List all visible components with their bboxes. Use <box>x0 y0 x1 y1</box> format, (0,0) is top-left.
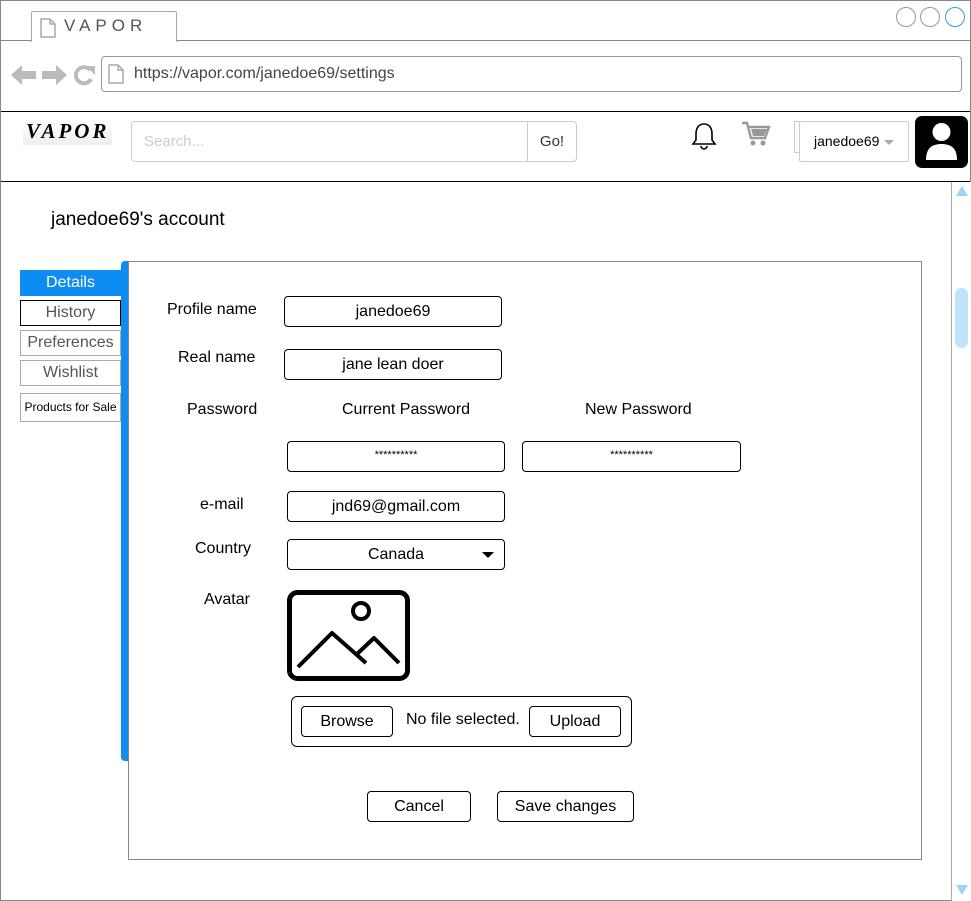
new-password-field[interactable]: ********** <box>522 441 741 472</box>
page-title: janedoe69's account <box>51 209 225 230</box>
country-select[interactable]: Canada <box>287 539 505 570</box>
chevron-down-icon <box>884 140 894 145</box>
cancel-button[interactable]: Cancel <box>367 791 471 822</box>
tab-bar: VAPOR <box>1 1 970 42</box>
scroll-thumb[interactable] <box>955 288 968 348</box>
address-bar[interactable]: https://vapor.com/janedoe69/settings <box>101 56 962 92</box>
scroll-up-arrow-icon[interactable] <box>956 186 968 196</box>
page-icon <box>108 64 124 84</box>
bell-icon[interactable] <box>691 122 717 150</box>
address-row: https://vapor.com/janedoe69/settings <box>1 42 970 111</box>
url-text: https://vapor.com/janedoe69/settings <box>134 65 395 82</box>
current-password-field[interactable]: ********** <box>287 441 505 472</box>
browser-tab[interactable]: VAPOR <box>31 11 177 42</box>
forward-arrow-icon[interactable] <box>41 64 67 86</box>
upload-button[interactable]: Upload <box>529 706 621 737</box>
username-label: janedoe69 <box>814 133 880 149</box>
app-header: VAPOR Go! janedoe69 <box>1 111 970 182</box>
sidebar-item-products-for-sale[interactable]: Products for Sale <box>20 393 121 422</box>
maximize-button[interactable] <box>920 7 940 27</box>
tab-title: VAPOR <box>64 16 148 35</box>
country-label: Country <box>195 540 252 557</box>
back-arrow-icon[interactable] <box>11 64 37 86</box>
user-icon <box>926 123 957 160</box>
email-field[interactable]: jnd69@gmail.com <box>287 491 505 522</box>
avatar-label: Avatar <box>204 591 250 608</box>
page-icon <box>40 18 56 38</box>
password-label: Password <box>187 401 258 418</box>
sidebar-item-history[interactable]: History <box>20 300 121 326</box>
image-placeholder-icon <box>287 590 410 681</box>
sidebar-item-wishlist[interactable]: Wishlist <box>20 360 121 386</box>
reload-icon[interactable] <box>72 64 96 86</box>
current-password-label: Current Password <box>342 401 471 418</box>
save-changes-button[interactable]: Save changes <box>497 791 634 822</box>
browse-button[interactable]: Browse <box>301 706 393 737</box>
browser-window: VAPOR https://vapor.com/janedoe69/settin… <box>0 0 971 901</box>
file-upload-control: Browse No file selected. Upload <box>291 696 632 747</box>
cart-icon[interactable] <box>741 120 771 148</box>
new-password-label: New Password <box>585 401 692 418</box>
search-box: Go! <box>131 121 577 162</box>
sidebar-item-preferences[interactable]: Preferences <box>20 330 121 356</box>
search-input[interactable] <box>132 122 527 161</box>
sidebar-item-details[interactable]: Details <box>20 270 121 296</box>
profile-name-label: Profile name <box>167 301 257 318</box>
close-button[interactable] <box>945 7 965 27</box>
email-label: e-mail <box>200 496 244 513</box>
profile-name-field[interactable]: janedoe69 <box>284 296 502 327</box>
vapor-logo[interactable]: VAPOR <box>23 118 113 145</box>
real-name-field[interactable]: jane lean doer <box>284 349 502 380</box>
user-dropdown[interactable]: janedoe69 <box>799 121 909 162</box>
chevron-down-icon <box>482 552 494 558</box>
user-avatar-button[interactable] <box>915 116 968 168</box>
real-name-label: Real name <box>178 349 256 366</box>
page-scrollbar[interactable] <box>951 182 971 901</box>
country-value: Canada <box>367 546 425 563</box>
minimize-button[interactable] <box>896 7 916 27</box>
scroll-down-arrow-icon[interactable] <box>956 885 968 895</box>
file-status-text: No file selected. <box>406 711 520 728</box>
go-button[interactable]: Go! <box>527 122 576 161</box>
